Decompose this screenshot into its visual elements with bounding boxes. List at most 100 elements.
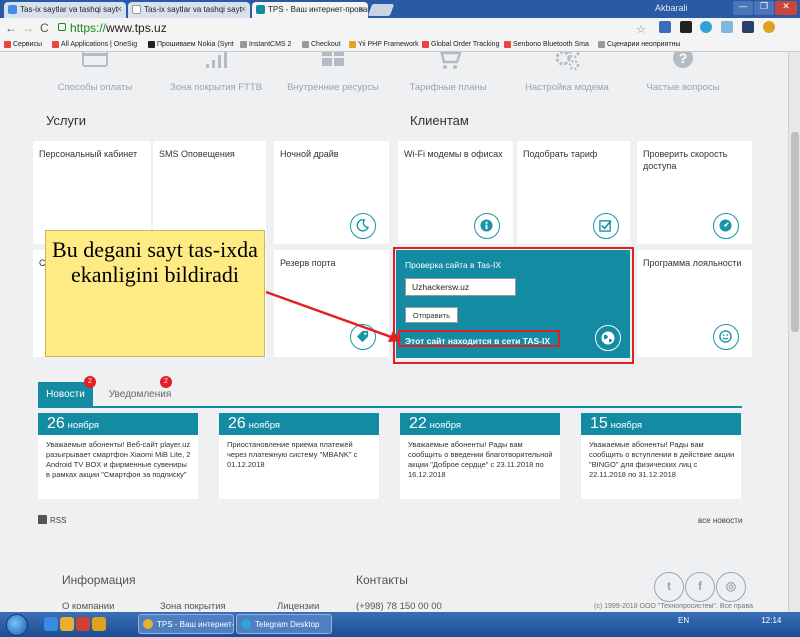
- new-tab-button[interactable]: [367, 4, 395, 16]
- all-news-link[interactable]: все новости: [698, 516, 742, 525]
- news-count-badge: 2: [84, 376, 96, 388]
- annotation-note: Bu degani sayt tas-ixda ekanligini bildi…: [45, 230, 265, 357]
- card-speed-test[interactable]: Проверить скорость доступа: [637, 141, 752, 244]
- footer-link-coverage[interactable]: Зона покрытия: [160, 601, 226, 612]
- browser-tab-2[interactable]: Tas-ix saytlar va tashqi sayt ×: [128, 2, 250, 18]
- browser-tab-1[interactable]: Tas-ix saytlar va tashqi sayt ×: [4, 2, 126, 18]
- address-bar-row: ← → C https://www.tps.uz ☆ ≡: [0, 18, 800, 48]
- instagram-icon[interactable]: ◎: [716, 572, 746, 602]
- topnav-coverage[interactable]: Зона покрытия FTTB: [161, 52, 271, 93]
- smile-icon[interactable]: [713, 324, 739, 350]
- tab-notifications[interactable]: Уведомления 2: [100, 376, 180, 406]
- twitter-icon[interactable]: t: [654, 572, 684, 602]
- news-date: 26 ноября: [38, 413, 198, 435]
- close-window-button[interactable]: ✕: [775, 1, 797, 15]
- minimize-button[interactable]: —: [733, 1, 753, 15]
- news-date: 26 ноября: [219, 413, 379, 435]
- extension-icon[interactable]: [762, 21, 775, 33]
- extension-icon[interactable]: [679, 21, 692, 33]
- reload-icon[interactable]: C: [40, 21, 49, 35]
- tab-news[interactable]: Новости 2: [38, 376, 96, 406]
- card-wifi-modems[interactable]: Wi-Fi модемы в офисах: [398, 141, 513, 244]
- topnav-tariffs[interactable]: Тарифные планы: [393, 52, 503, 93]
- topnav-faq[interactable]: ? Частые вопросы: [628, 52, 738, 93]
- news-item[interactable]: 15 ноября Уважаемые абоненты! Рады вам с…: [581, 413, 741, 499]
- question-icon: ?: [673, 52, 693, 68]
- url-field[interactable]: https://www.tps.uz: [70, 21, 167, 35]
- folder-icon[interactable]: [60, 617, 74, 631]
- checkbox-icon[interactable]: [593, 213, 619, 239]
- language-indicator[interactable]: EN: [678, 616, 689, 625]
- footer-link-licenses[interactable]: Лицензии: [277, 601, 319, 612]
- footer-link-about[interactable]: О компании: [62, 601, 114, 612]
- app-icon[interactable]: [92, 617, 106, 631]
- close-tab-icon[interactable]: ×: [359, 4, 364, 14]
- card-loyalty[interactable]: Программа лояльности: [637, 250, 752, 357]
- card-sms[interactable]: SMS Оповещения: [153, 141, 266, 244]
- card-pick-tariff[interactable]: Подобрать тариф: [517, 141, 630, 244]
- info-icon[interactable]: [474, 213, 500, 239]
- news-text: Уважаемые абоненты! Рады вам сообщить о …: [581, 435, 741, 499]
- extension-icon[interactable]: [721, 21, 734, 33]
- bookmark-item[interactable]: Global Order Tracking: [422, 41, 499, 48]
- star-icon[interactable]: ☆: [636, 23, 650, 36]
- news-divider: [38, 406, 742, 408]
- footer-contacts-title: Контакты: [356, 573, 408, 587]
- topnav-payment[interactable]: Способы оплаты: [40, 52, 150, 93]
- browser-tab-3-active[interactable]: TPS - Ваш интернет-провай ×: [252, 2, 368, 18]
- bookmark-item[interactable]: Сценарии неоприятны: [598, 41, 680, 48]
- card-icon: [82, 52, 108, 67]
- maximize-button[interactable]: ❐: [754, 1, 774, 15]
- close-tab-icon[interactable]: ×: [241, 4, 246, 14]
- facebook-icon[interactable]: f: [685, 572, 715, 602]
- news-text: Уважаемые абоненты! Рады вам сообщить о …: [400, 435, 560, 499]
- annotation-arrow: [265, 290, 402, 342]
- extension-icon[interactable]: [700, 21, 713, 33]
- forward-arrow-icon[interactable]: →: [22, 21, 34, 35]
- bookmark-item[interactable]: Yii PHP Framework: [349, 41, 419, 48]
- rss-link[interactable]: RSS: [38, 515, 66, 525]
- news-date: 15 ноября: [581, 413, 741, 435]
- start-button[interactable]: [6, 614, 28, 636]
- topnav-resources[interactable]: Внутренние ресурсы: [278, 52, 388, 93]
- bookmark-item[interactable]: Checkout: [302, 41, 341, 48]
- chrome-icon[interactable]: [76, 617, 90, 631]
- close-tab-icon[interactable]: ×: [117, 4, 122, 14]
- taskbar-item-telegram[interactable]: Telegram Desktop: [236, 614, 332, 634]
- news-item[interactable]: 26 ноября Уважаемые абоненты! Веб-сайт p…: [38, 413, 198, 499]
- taskbar-item-browser[interactable]: TPS - Ваш интернет-...: [138, 614, 234, 634]
- footer-phone: (+998) 78 150 00 00: [356, 601, 442, 612]
- news-item[interactable]: 26 ноября Приостановление приема платеже…: [219, 413, 379, 499]
- extension-icon[interactable]: [741, 21, 754, 33]
- back-arrow-icon[interactable]: ←: [5, 21, 17, 35]
- news-item[interactable]: 22 ноября Уважаемые абоненты! Рады вам с…: [400, 413, 560, 499]
- footer-info-title: Информация: [62, 573, 136, 587]
- signal-icon: [206, 52, 227, 68]
- clock[interactable]: 12:14: [761, 616, 781, 625]
- moon-icon[interactable]: [350, 213, 376, 239]
- bookmark-item[interactable]: Сервисы: [4, 41, 42, 48]
- bookmarks-bar: Сервисы All Applications | OneSig Прошив…: [0, 38, 800, 52]
- highlight-box-result: [398, 330, 560, 347]
- cart-icon: [440, 52, 462, 69]
- lock-icon: [58, 23, 66, 31]
- speedometer-icon[interactable]: [713, 213, 739, 239]
- notifications-count-badge: 2: [160, 376, 172, 388]
- services-heading: Услуги: [46, 113, 86, 128]
- extension-icon[interactable]: [658, 21, 671, 33]
- ie-icon[interactable]: [44, 617, 58, 631]
- browser-user[interactable]: Akbarali: [655, 3, 688, 13]
- topnav-modem[interactable]: Настройка модема: [512, 52, 622, 93]
- scrollbar-thumb[interactable]: [791, 132, 799, 332]
- google-icon: [8, 5, 17, 14]
- card-personal-cabinet[interactable]: Персональный кабинет: [33, 141, 151, 289]
- telegram-icon: [241, 619, 251, 629]
- grid-icon: [322, 52, 344, 66]
- page-scrollbar[interactable]: [788, 52, 800, 612]
- bookmark-item[interactable]: InstantCMS 2: [240, 41, 291, 48]
- windows-taskbar: TPS - Ваш интернет-... Telegram Desktop …: [0, 612, 800, 637]
- bookmark-item[interactable]: Senbono Bluetooth Sma: [504, 41, 589, 48]
- card-night-drive[interactable]: Ночной драйв: [274, 141, 389, 244]
- bookmark-item[interactable]: All Applications | OneSig: [52, 41, 137, 48]
- bookmark-item[interactable]: Прошиваем Nokia (Synt: [148, 41, 234, 48]
